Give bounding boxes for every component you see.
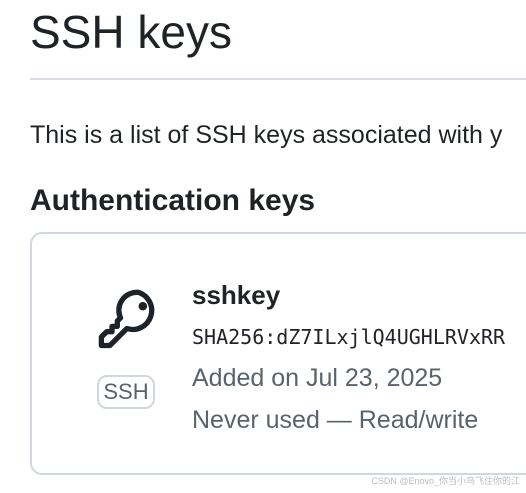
section-heading: Authentication keys xyxy=(30,184,316,217)
key-icon xyxy=(95,286,163,354)
key-name: sshkey xyxy=(192,280,281,310)
intro-text: This is a list of SSH keys associated wi… xyxy=(30,121,503,149)
title-divider xyxy=(30,78,526,80)
watermark: CSDN @Enovo_你当小鸟飞住你的江 xyxy=(371,476,520,486)
ssh-key-card: SSH sshkey SHA256:dZ7ILxjlQ4UGHLRVxRR Ad… xyxy=(30,232,526,475)
page-title: SSH keys xyxy=(30,6,232,58)
key-fingerprint: SHA256:dZ7ILxjlQ4UGHLRVxRR xyxy=(192,325,506,349)
key-usage-status: Never used — Read/write xyxy=(192,406,479,434)
key-type-badge: SSH xyxy=(97,375,155,409)
key-added-date: Added on Jul 23, 2025 xyxy=(192,364,443,392)
